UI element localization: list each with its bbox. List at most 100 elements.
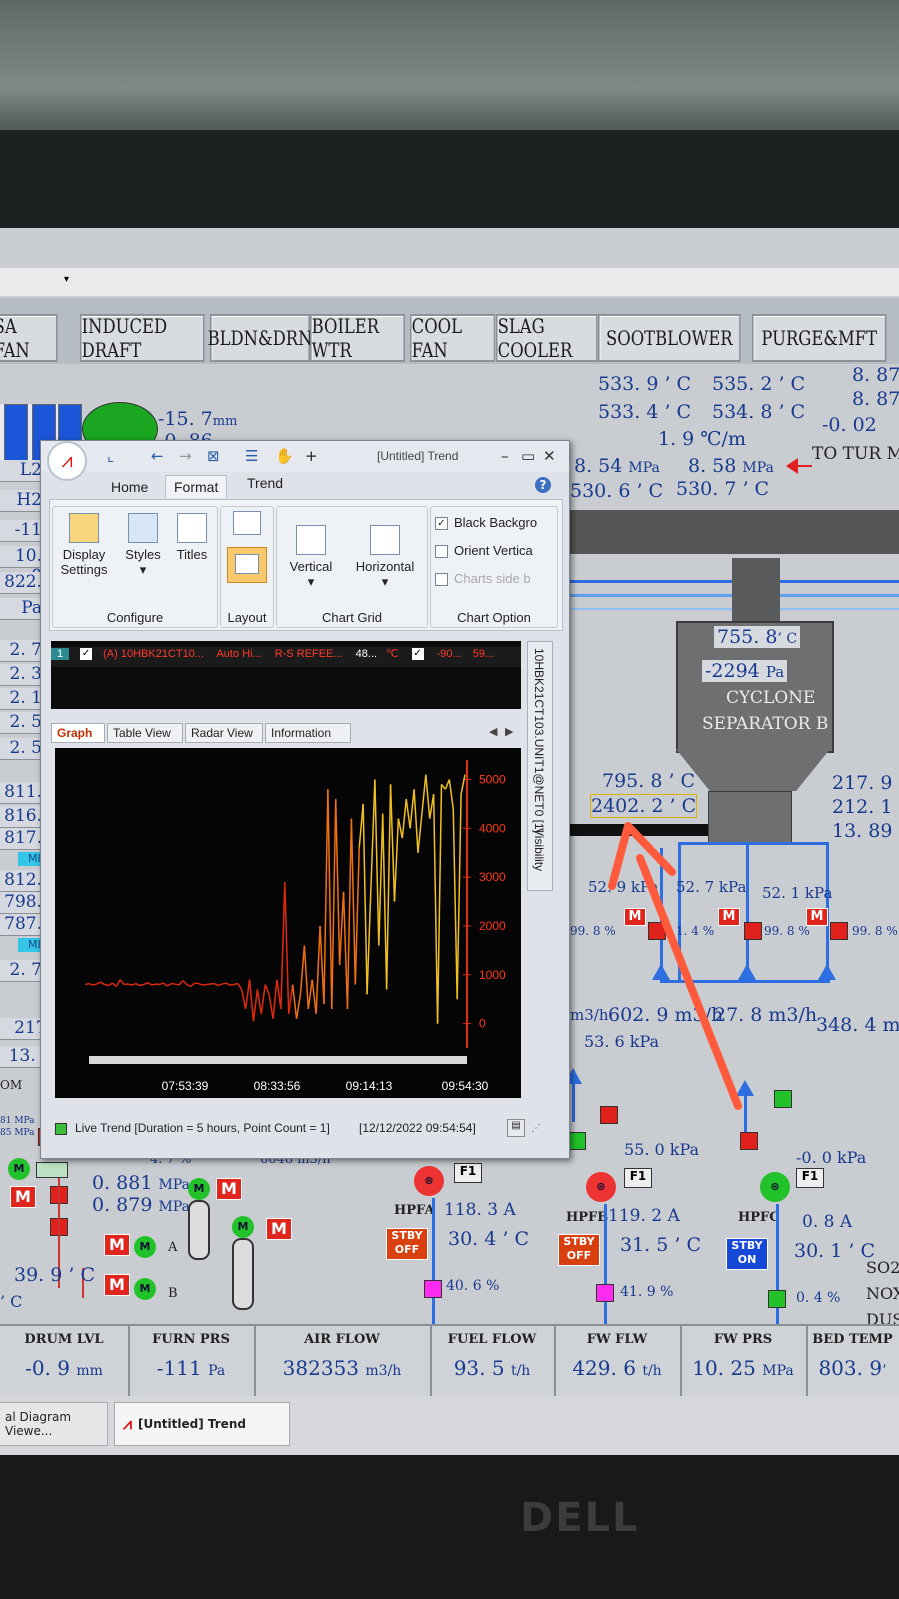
pen-side-tab[interactable]: 10HBK21CT103.UNIT1@NET0 [1] Visibility bbox=[527, 641, 553, 891]
layout-grid-button[interactable] bbox=[231, 511, 263, 539]
minimize-icon[interactable]: – bbox=[501, 447, 509, 465]
add-pen-icon[interactable]: + bbox=[305, 447, 318, 465]
black-background-checkbox[interactable]: ✓ Black Backgro bbox=[435, 515, 537, 531]
layout-single-button[interactable] bbox=[227, 547, 267, 583]
valve-icon[interactable] bbox=[740, 1132, 758, 1150]
pen-scale-checkbox[interactable]: ✓ bbox=[411, 648, 424, 661]
pen-dropdown-icon[interactable]: ▤ bbox=[507, 1119, 525, 1137]
tab-table-view[interactable]: Table View bbox=[107, 723, 183, 743]
cyclone-name-2: SEPARATOR B bbox=[702, 714, 829, 734]
tab-home[interactable]: Home bbox=[111, 479, 148, 495]
valve-icon[interactable] bbox=[648, 922, 666, 940]
zoom-reset-icon[interactable]: ⊠ bbox=[207, 447, 220, 465]
fan-hpfc-state[interactable]: STBY ON bbox=[726, 1238, 768, 1270]
valve-icon[interactable] bbox=[830, 922, 848, 940]
motor-m-icon[interactable]: M bbox=[134, 1236, 156, 1258]
forward-arrow-icon[interactable]: → bbox=[179, 447, 192, 465]
dropdown-arrow-icon[interactable]: ▾ bbox=[64, 274, 69, 285]
pan-hand-icon[interactable]: ✋ bbox=[275, 447, 294, 465]
valve-icon[interactable] bbox=[568, 1132, 586, 1150]
status-fw-flw: FW FLW 429. 6 t/h bbox=[554, 1326, 682, 1398]
series-segment bbox=[378, 813, 384, 946]
valve-icon[interactable] bbox=[600, 1106, 618, 1124]
fan-hpfc-icon[interactable]: ⊛ bbox=[760, 1172, 790, 1202]
trend-app-button[interactable]: ⩘ bbox=[47, 441, 87, 481]
motor-badge-m[interactable]: M bbox=[266, 1218, 292, 1240]
styles-icon bbox=[128, 513, 158, 543]
motor-m-icon[interactable]: M bbox=[134, 1278, 156, 1300]
tab-graph[interactable]: Graph bbox=[51, 723, 105, 743]
flow-arrow-up-icon bbox=[738, 964, 756, 980]
slag-cooler-a[interactable] bbox=[188, 1200, 210, 1260]
motor-badge-m[interactable]: M bbox=[104, 1234, 130, 1256]
tab-scroll-right-icon[interactable]: ▶ bbox=[505, 725, 513, 738]
series-segment bbox=[178, 980, 184, 986]
resize-grip-icon[interactable]: ⋰ bbox=[531, 1123, 541, 1134]
pen-row[interactable]: 1 ✓ (A) 10HBK21CT10... Auto Hi... R-S RE… bbox=[51, 647, 521, 667]
list-icon[interactable]: ☰ bbox=[245, 447, 258, 465]
close-icon[interactable]: ✕ bbox=[543, 447, 556, 465]
valve-icon[interactable] bbox=[424, 1280, 442, 1298]
pen-index: 1 bbox=[51, 648, 69, 660]
motor-badge-m[interactable]: M bbox=[10, 1186, 36, 1208]
vertical-grid-button[interactable]: Vertical ▾ bbox=[281, 525, 341, 590]
fan-hpfb-icon[interactable]: ⊛ bbox=[586, 1172, 616, 1202]
charts-side-by-side-checkbox[interactable]: Charts side b bbox=[435, 571, 531, 587]
steam-rate: 1. 9 ℃/m bbox=[658, 428, 746, 450]
fan-hpfb-state[interactable]: STBY OFF bbox=[558, 1234, 600, 1266]
back-arrow-icon[interactable]: ← bbox=[151, 447, 164, 465]
valve-icon[interactable] bbox=[774, 1090, 792, 1108]
nav-bldn-drn[interactable]: BLDN&DRN bbox=[208, 314, 312, 362]
fan-hpfa-state[interactable]: STBY OFF bbox=[386, 1228, 428, 1260]
pen-visible-checkbox[interactable]: ✓ bbox=[80, 648, 93, 661]
valve-icon[interactable] bbox=[596, 1284, 614, 1302]
monitor-logo: DELL bbox=[520, 1495, 640, 1541]
motor-m-icon[interactable]: M bbox=[188, 1178, 210, 1200]
motor-badge-m[interactable]: M bbox=[216, 1178, 242, 1200]
taskbar-item-trend[interactable]: ⩘ [Untitled] Trend bbox=[114, 1402, 290, 1446]
titles-button[interactable]: Titles bbox=[169, 513, 215, 562]
nav-cool-fan[interactable]: COOL FAN bbox=[410, 314, 496, 362]
series-segment bbox=[159, 982, 164, 986]
loopseal-header-top bbox=[678, 842, 828, 845]
horizontal-grid-button[interactable]: Horizontal ▾ bbox=[347, 525, 423, 590]
tab-information[interactable]: Information bbox=[265, 723, 351, 743]
series-segment bbox=[217, 983, 223, 987]
maximize-icon[interactable]: ▭ bbox=[521, 447, 535, 465]
tab-radar-view[interactable]: Radar View bbox=[185, 723, 263, 743]
time-scrollbar[interactable] bbox=[89, 1056, 467, 1064]
trend-graph[interactable]: 0 1000 2000 3000 4000 5000 07:53:39 08:33:56 09:… bbox=[55, 748, 521, 1098]
nav-induced-draft[interactable]: INDUCED DRAFT bbox=[80, 314, 205, 362]
valve-icon[interactable] bbox=[768, 1290, 786, 1308]
display-settings-button[interactable]: Display Settings bbox=[55, 513, 113, 577]
pen-unit: ℃ bbox=[386, 648, 399, 660]
nav-sootblower[interactable]: SOOTBLOWER bbox=[598, 314, 741, 362]
nav-purge-mft[interactable]: PURGE&MFT bbox=[752, 314, 887, 362]
steam-temp-2: 535. 2 ’ C bbox=[712, 373, 806, 395]
slag-cooler-b[interactable] bbox=[232, 1238, 254, 1310]
valve-icon[interactable] bbox=[744, 922, 762, 940]
tab-trend[interactable]: Trend bbox=[247, 475, 283, 491]
motor-m-icon[interactable]: M bbox=[232, 1216, 254, 1238]
fan-hpfa-temp: 30. 4 ’ C bbox=[448, 1228, 530, 1250]
x-tick-label: 09:14:13 bbox=[346, 1079, 393, 1093]
series-segment bbox=[393, 818, 400, 902]
motor-badge-m[interactable]: M bbox=[718, 908, 740, 926]
nav-sa-fan[interactable]: SA FAN bbox=[0, 314, 58, 362]
trend-window[interactable]: ⩘ ⌞ ← → ⊠ ☰ ✋ + [Untitled] Trend – ▭ ✕ H… bbox=[40, 440, 570, 1159]
visibility-tab[interactable]: Visibility bbox=[532, 828, 546, 871]
help-icon[interactable]: ? bbox=[535, 477, 551, 493]
taskbar-item-diagram-viewer[interactable]: al Diagram Viewe... bbox=[0, 1402, 108, 1446]
orient-vertical-checkbox[interactable]: Orient Vertica bbox=[435, 543, 533, 559]
tab-scroll-left-icon[interactable]: ◀ bbox=[489, 725, 497, 738]
tab-format[interactable]: Format bbox=[165, 475, 228, 498]
motor-badge-m[interactable]: M bbox=[624, 908, 646, 926]
series-segment bbox=[327, 789, 333, 1009]
nav-boiler-wtr[interactable]: BOILER WTR bbox=[310, 314, 406, 362]
chart-type-icon[interactable]: ⌞ bbox=[107, 447, 114, 465]
fan-hpfa-icon[interactable]: ⊛ bbox=[414, 1166, 444, 1196]
motor-m-icon[interactable]: M bbox=[8, 1158, 30, 1180]
nav-slag-cooler[interactable]: SLAG COOLER bbox=[496, 314, 598, 362]
motor-badge-m[interactable]: M bbox=[104, 1274, 130, 1296]
styles-button[interactable]: Styles ▾ bbox=[119, 513, 167, 578]
